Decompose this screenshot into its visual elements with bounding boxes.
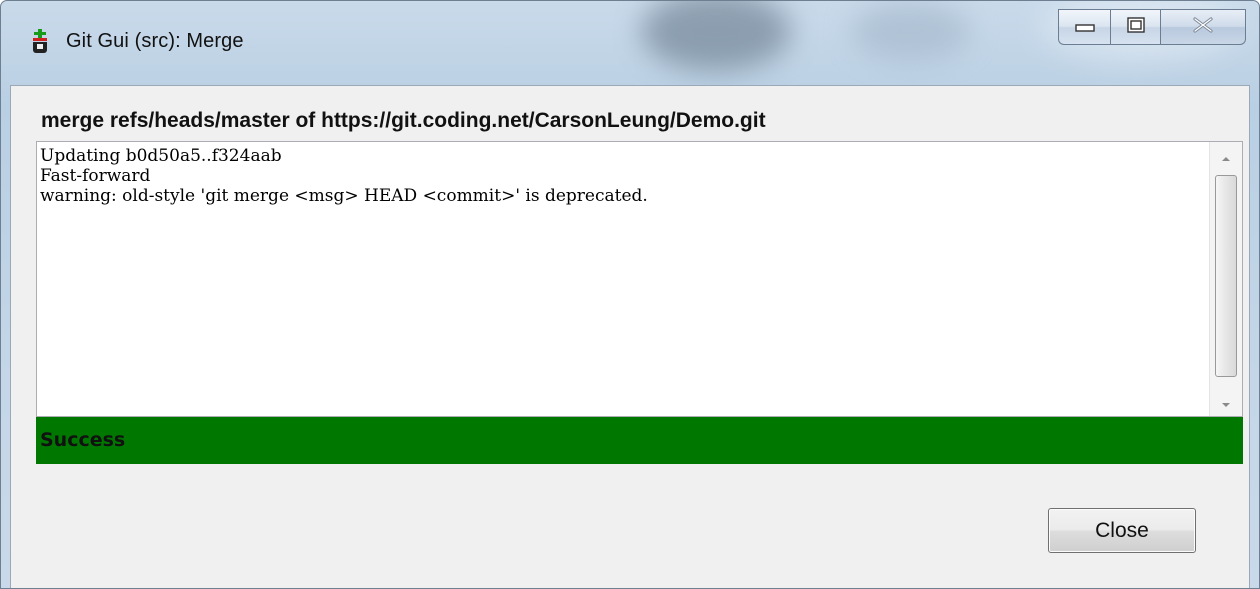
close-x-icon: [1192, 17, 1214, 37]
status-bar: Success: [36, 417, 1243, 464]
maximize-button[interactable]: [1110, 9, 1160, 45]
merge-output-textarea[interactable]: Updating b0d50a5..f324aab Fast-forward w…: [36, 141, 1243, 417]
title-bar[interactable]: Git Gui (src): Merge: [1, 1, 1259, 85]
chevron-down-icon: [1221, 393, 1231, 412]
scroll-up-button[interactable]: [1210, 142, 1242, 170]
dialog-body: merge refs/heads/master of https://git.c…: [10, 85, 1250, 588]
close-button[interactable]: Close: [1048, 508, 1196, 553]
git-gui-app-icon: [31, 29, 49, 55]
minimize-icon: [1074, 18, 1095, 37]
chevron-up-icon: [1221, 147, 1231, 166]
window-title: Git Gui (src): Merge: [66, 30, 244, 52]
scroll-down-button[interactable]: [1210, 388, 1242, 416]
output-line: Updating b0d50a5..f324aab: [40, 146, 282, 166]
status-text: Success: [40, 429, 126, 451]
minimize-button[interactable]: [1058, 9, 1110, 45]
maximize-icon: [1126, 17, 1145, 37]
close-window-button[interactable]: [1160, 9, 1246, 45]
merge-heading: merge refs/heads/master of https://git.c…: [41, 109, 766, 132]
vertical-scrollbar[interactable]: [1209, 142, 1242, 416]
scrollbar-thumb[interactable]: [1215, 175, 1237, 377]
merge-dialog-window: Git Gui (src): Merge merge refs/heads/ma…: [0, 0, 1260, 589]
caption-buttons: [1058, 9, 1246, 45]
output-line: warning: old-style 'git merge <msg> HEAD…: [40, 186, 648, 206]
output-line: Fast-forward: [40, 166, 151, 186]
merge-output-text: Updating b0d50a5..f324aab Fast-forward w…: [40, 146, 648, 206]
